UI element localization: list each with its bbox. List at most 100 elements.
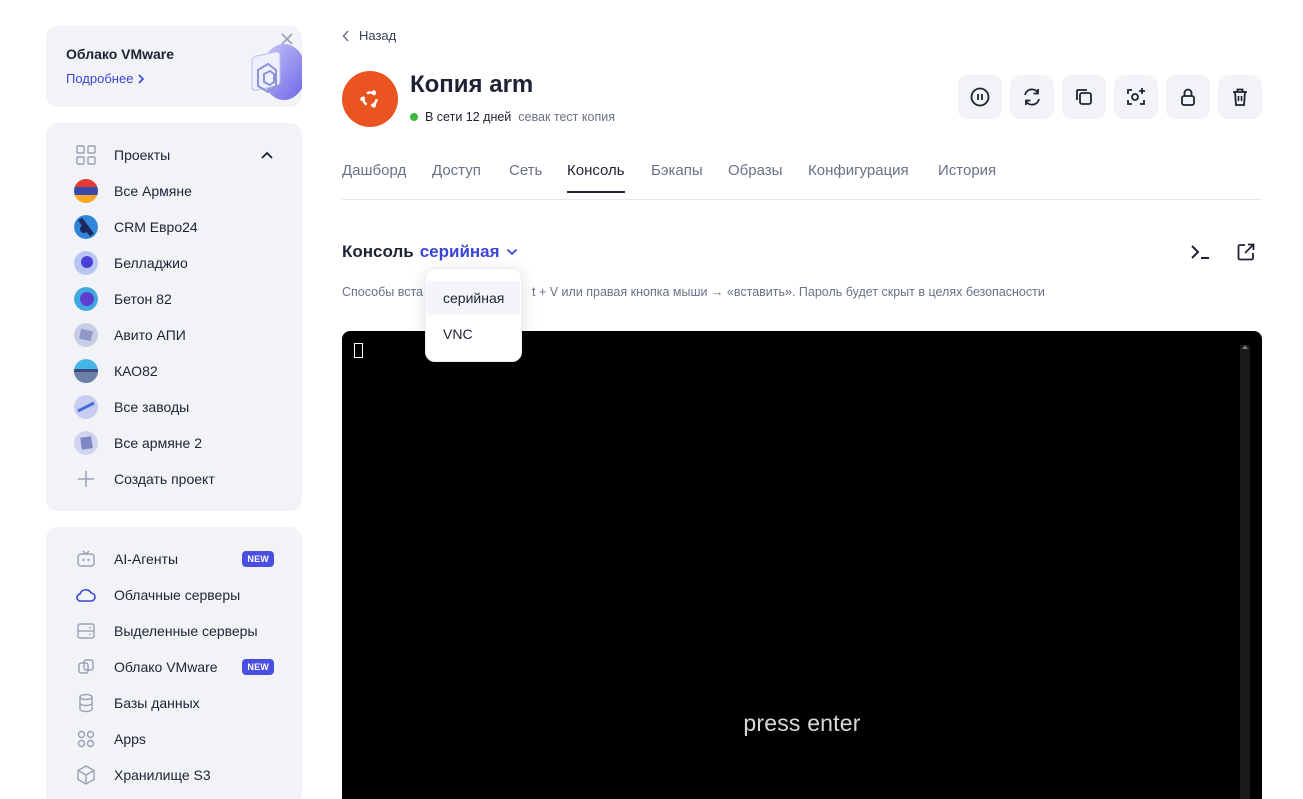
chevron-down-icon <box>506 248 517 256</box>
vmware-icon <box>74 655 98 679</box>
server-tabs: Дашборд Доступ Сеть Консоль Бэкапы Образ… <box>342 160 1262 200</box>
cloud-icon <box>74 583 98 607</box>
new-badge: NEW <box>242 659 274 675</box>
grid-icon <box>74 143 98 167</box>
online-dot-icon <box>410 113 418 121</box>
console-mode-select[interactable]: серийная <box>420 242 518 262</box>
nav-ai-agents[interactable]: AI-Агенты NEW <box>74 545 274 573</box>
project-item[interactable]: Все Армяне <box>74 177 274 205</box>
vmware-illustration <box>251 44 302 100</box>
tab-network[interactable]: Сеть <box>509 162 542 193</box>
dropdown-option-vnc[interactable]: VNC <box>427 317 520 351</box>
project-label: Бетон 82 <box>114 291 172 307</box>
console-mode-value: серийная <box>419 242 500 261</box>
chevron-up-icon[interactable] <box>260 150 274 160</box>
tab-history[interactable]: История <box>938 162 996 193</box>
console-heading: Консоль серийная <box>342 242 518 262</box>
console-tools <box>1188 240 1258 264</box>
ubuntu-logo-icon <box>342 71 398 127</box>
lock-icon <box>1181 88 1195 106</box>
project-avatar <box>74 287 98 311</box>
trash-icon <box>1233 88 1247 106</box>
nav-dedicated-servers[interactable]: Выделенные серверы <box>74 617 274 645</box>
project-label: Все армяне 2 <box>114 435 202 451</box>
close-icon[interactable] <box>280 32 294 46</box>
status-text: В сети 12 дней <box>425 110 512 124</box>
cube-icon <box>74 763 98 787</box>
nav-label: Облако VMware <box>114 659 218 675</box>
snapshot-icon <box>1127 88 1145 105</box>
terminal-icon[interactable] <box>1188 240 1212 264</box>
back-link[interactable]: Назад <box>342 28 396 43</box>
chevron-right-icon <box>138 73 145 84</box>
clone-button[interactable] <box>1062 75 1106 119</box>
nav-apps[interactable]: Apps <box>74 725 274 753</box>
promo-title: Облако VMware <box>66 46 175 62</box>
project-item[interactable]: КАО82 <box>74 357 274 385</box>
tab-access[interactable]: Доступ <box>432 162 481 193</box>
tab-console[interactable]: Консоль <box>567 162 625 193</box>
nav-cloud-servers[interactable]: Облачные серверы <box>74 581 274 609</box>
services-panel: AI-Агенты NEW Облачные серверы Выделенны… <box>46 527 302 799</box>
project-item[interactable]: Белладжио <box>74 249 274 277</box>
scroll-up-arrow-icon[interactable] <box>1241 343 1249 351</box>
lock-button[interactable] <box>1166 75 1210 119</box>
plus-icon <box>74 467 98 491</box>
server-description[interactable]: севак тест копия <box>518 110 615 124</box>
refresh-icon <box>1024 88 1040 106</box>
nav-label: Apps <box>114 731 146 747</box>
nav-label: Облачные серверы <box>114 587 241 603</box>
apps-icon <box>74 727 98 751</box>
tab-backups[interactable]: Бэкапы <box>651 162 703 193</box>
nav-label: AI-Агенты <box>114 551 179 567</box>
nav-databases[interactable]: Базы данных <box>74 689 274 717</box>
server-title: Копия arm <box>410 71 534 98</box>
database-icon <box>74 691 98 715</box>
new-badge: NEW <box>242 551 274 567</box>
project-label: CRM Евро24 <box>114 219 198 235</box>
project-label: Авито АПИ <box>114 327 186 343</box>
project-avatar <box>74 431 98 455</box>
nav-label: Хранилище S3 <box>114 767 211 783</box>
project-avatar <box>74 215 98 239</box>
console-title: Консоль <box>342 242 414 261</box>
nav-s3-storage[interactable]: Хранилище S3 <box>74 761 274 789</box>
nav-label: Выделенные серверы <box>114 623 258 639</box>
tab-images[interactable]: Образы <box>728 162 782 193</box>
promo-link-label: Подробнее <box>66 71 134 86</box>
back-label: Назад <box>359 28 397 43</box>
console-hint-end: t + V или правая кнопка мыши → «вставить… <box>532 285 1045 299</box>
copy-icon <box>1076 89 1092 105</box>
project-item[interactable]: Бетон 82 <box>74 285 274 313</box>
project-avatar <box>74 359 98 383</box>
delete-button[interactable] <box>1218 75 1262 119</box>
projects-header[interactable]: Проекты <box>74 141 274 169</box>
tab-dashboard[interactable]: Дашборд <box>342 162 406 193</box>
project-label: Все заводы <box>114 399 190 415</box>
project-avatar <box>74 395 98 419</box>
project-item[interactable]: Все заводы <box>74 393 274 421</box>
create-project-button[interactable]: Создать проект <box>74 465 274 493</box>
reboot-button[interactable] <box>1010 75 1054 119</box>
promo-more-link[interactable]: Подробнее <box>66 71 145 86</box>
project-item[interactable]: Авито АПИ <box>74 321 274 349</box>
external-link-icon[interactable] <box>1234 240 1258 264</box>
project-avatar <box>74 323 98 347</box>
terminal-message: press enter <box>743 710 861 736</box>
project-item[interactable]: Все армяне 2 <box>74 429 274 457</box>
nav-label: Базы данных <box>114 695 200 711</box>
nav-vmware-cloud[interactable]: Облако VMware NEW <box>74 653 274 681</box>
pause-icon <box>970 87 990 107</box>
projects-panel: Проекты Все Армяне CRM Евро24 Белладжио … <box>46 123 302 511</box>
robot-icon <box>74 547 98 571</box>
pause-button[interactable] <box>958 75 1002 119</box>
tab-configuration[interactable]: Конфигурация <box>808 162 909 193</box>
server-icon <box>74 619 98 643</box>
console-terminal[interactable]: press enter <box>342 331 1262 799</box>
projects-header-label: Проекты <box>114 147 171 163</box>
create-project-label: Создать проект <box>114 471 215 487</box>
vmware-promo-card: Облако VMware Подробнее <box>46 26 302 107</box>
dropdown-option-serial[interactable]: серийная <box>427 281 520 315</box>
snapshot-button[interactable] <box>1114 75 1158 119</box>
project-item[interactable]: CRM Евро24 <box>74 213 274 241</box>
